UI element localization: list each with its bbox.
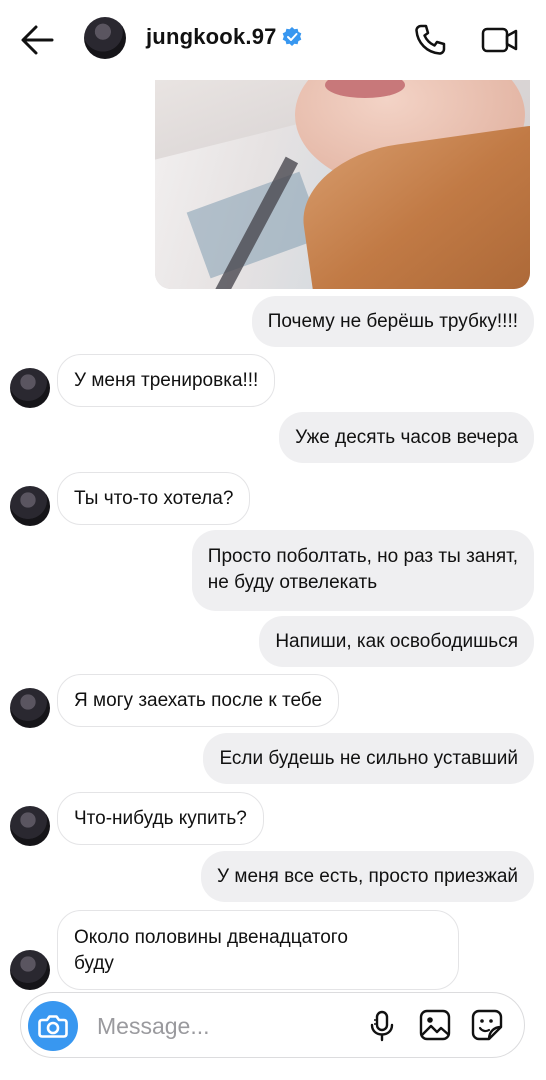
incoming-message[interactable]: Около половины двенадцатого буду	[57, 910, 459, 990]
sender-avatar[interactable]	[10, 950, 50, 990]
message-text-line: Около половины двенадцатого	[74, 927, 348, 948]
message-text: Что-нибудь купить?	[74, 808, 247, 829]
video-camera-icon	[481, 27, 518, 53]
sender-avatar[interactable]	[10, 368, 50, 408]
message-text-line: не буду отвелекать	[207, 572, 378, 593]
camera-icon	[38, 1015, 68, 1038]
sticker-icon	[471, 1009, 503, 1041]
outgoing-message[interactable]: Просто поболтать, но раз ты занят, не бу…	[191, 530, 534, 611]
contact-username[interactable]: jungkook.97	[146, 24, 277, 50]
incoming-message[interactable]: Что-нибудь купить?	[57, 792, 264, 845]
message-text-line: буду	[74, 953, 114, 974]
sticker-button[interactable]	[471, 1009, 503, 1041]
microphone-icon	[370, 1010, 394, 1042]
incoming-message[interactable]: Я могу заехать после к тебе	[57, 674, 340, 727]
gallery-icon	[419, 1009, 451, 1041]
message-text: Если будешь не сильно уставший	[219, 748, 518, 769]
sender-avatar[interactable]	[10, 688, 50, 728]
message-text-line: Просто поболтать, но раз ты занят,	[207, 546, 518, 567]
incoming-message[interactable]: У меня тренировка!!!	[57, 354, 276, 407]
message-input[interactable]	[95, 1007, 349, 1045]
message-text: Ты что-то хотела?	[74, 488, 234, 509]
gallery-button[interactable]	[419, 1009, 451, 1041]
message-text: Уже десять часов вечера	[295, 427, 518, 448]
outgoing-message[interactable]: Почему не берёшь трубку!!!!	[251, 296, 534, 347]
contact-avatar[interactable]	[84, 17, 126, 59]
video-call-button[interactable]	[480, 22, 520, 58]
message-text: Я могу заехать после к тебе	[74, 690, 323, 711]
message-text: У меня тренировка!!!	[74, 370, 259, 391]
voice-message-button[interactable]	[367, 1010, 397, 1042]
back-arrow-icon	[21, 25, 54, 55]
shared-photo[interactable]	[155, 80, 530, 289]
outgoing-message[interactable]: Уже десять часов вечера	[279, 412, 534, 463]
incoming-message[interactable]: Ты что-то хотела?	[57, 472, 251, 525]
chat-header: jungkook.97	[0, 0, 546, 80]
message-text: У меня все есть, просто приезжай	[217, 866, 518, 887]
message-text: Напиши, как освободишься	[275, 631, 518, 652]
verified-badge-icon	[282, 27, 302, 46]
sender-avatar[interactable]	[10, 806, 50, 846]
sender-avatar[interactable]	[10, 486, 50, 526]
voice-call-button[interactable]	[412, 22, 448, 58]
phone-icon	[415, 24, 446, 55]
back-button[interactable]	[18, 22, 58, 58]
message-text: Почему не берёшь трубку!!!!	[267, 311, 518, 332]
outgoing-message[interactable]: Если будешь не сильно уставший	[203, 733, 534, 784]
outgoing-message[interactable]: Напиши, как освободишься	[259, 616, 534, 667]
camera-button[interactable]	[28, 1001, 78, 1051]
outgoing-message[interactable]: У меня все есть, просто приезжай	[201, 851, 534, 902]
message-composer	[20, 992, 525, 1058]
